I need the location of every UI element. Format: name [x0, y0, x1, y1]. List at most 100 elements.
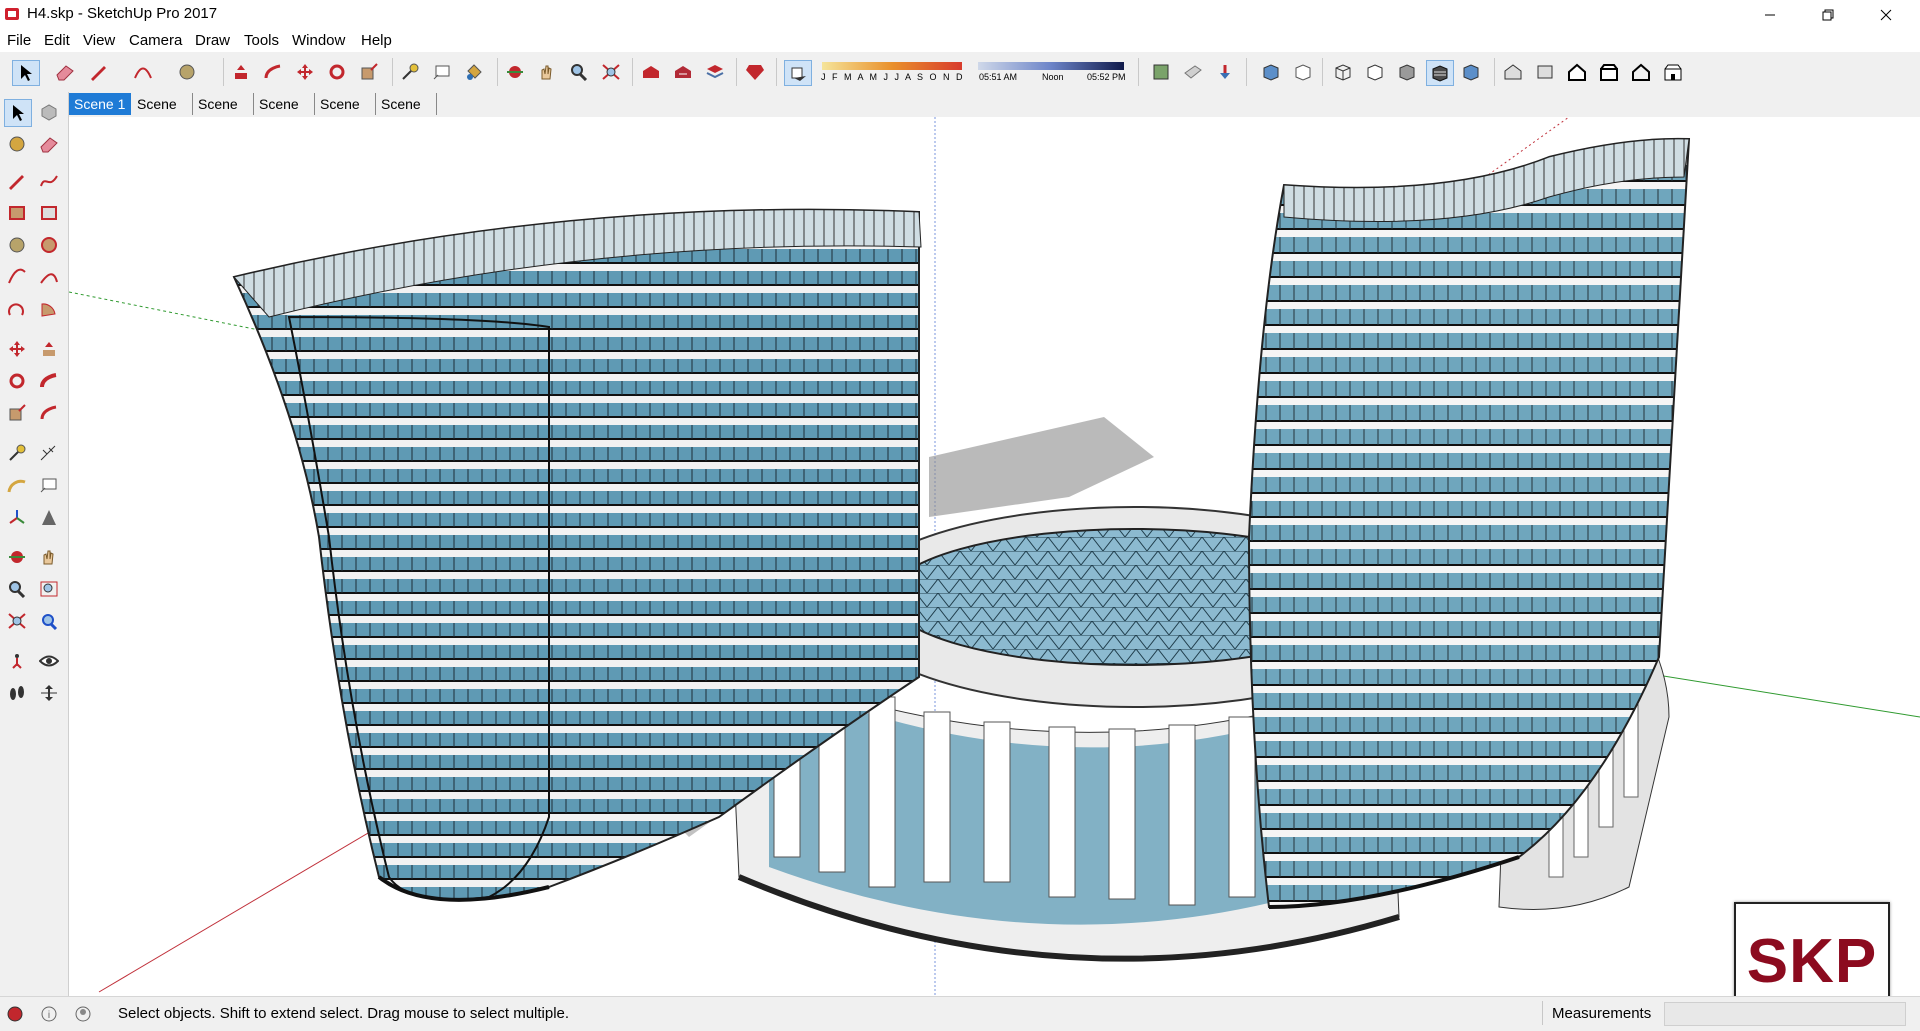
shadows-toggle-button[interactable]	[784, 60, 812, 86]
menu-draw[interactable]: Draw	[195, 32, 230, 49]
scale-button[interactable]	[356, 60, 382, 84]
polygon-tool[interactable]	[36, 232, 62, 258]
extension-warehouse-button[interactable]	[702, 60, 728, 84]
section-plane-button[interactable]	[1148, 60, 1174, 84]
tab-scene-3[interactable]: Scene 3	[193, 93, 254, 134]
orbit-tool[interactable]	[4, 544, 30, 570]
info-icon[interactable]: i	[40, 1005, 58, 1023]
move-button[interactable]	[292, 60, 318, 84]
hidden-line-button[interactable]	[1362, 60, 1388, 84]
top-view-button[interactable]	[1532, 60, 1558, 84]
close-button[interactable]	[1858, 0, 1914, 30]
tape-measure-button[interactable]	[397, 60, 423, 84]
model-viewport[interactable]	[69, 117, 1920, 996]
three-point-arc-tool[interactable]	[4, 296, 30, 322]
zoom-window-tool[interactable]	[36, 576, 62, 602]
menu-window[interactable]: Window	[292, 32, 345, 49]
eraser-tool-button[interactable]	[52, 60, 78, 84]
tape-measure-tool[interactable]	[4, 440, 30, 466]
zoom-extents-button[interactable]	[598, 60, 624, 84]
pan-button[interactable]	[534, 60, 560, 84]
look-around-tool[interactable]	[36, 648, 62, 674]
tab-scene-1[interactable]: Scene 1	[69, 93, 131, 115]
back-view-button[interactable]	[1628, 60, 1654, 84]
paint-bucket-tool[interactable]	[4, 131, 30, 157]
freehand-tool[interactable]	[36, 168, 62, 194]
paint-bucket-button[interactable]	[461, 60, 487, 84]
menu-view[interactable]: View	[83, 32, 115, 49]
tab-scene-4[interactable]: Scene 4	[254, 93, 315, 134]
pan-tool[interactable]	[36, 544, 62, 570]
wireframe-button[interactable]	[1330, 60, 1356, 84]
xray-button[interactable]	[1258, 60, 1284, 84]
text-tool[interactable]	[36, 472, 62, 498]
menu-help[interactable]: Help	[361, 32, 392, 49]
toolbar-separator	[497, 58, 498, 86]
previous-view-tool[interactable]	[36, 608, 62, 634]
zoom-tool[interactable]	[4, 576, 30, 602]
protractor-tool[interactable]	[4, 472, 30, 498]
make-component-tool[interactable]	[36, 99, 62, 125]
tab-scene-2[interactable]: Scene 2	[132, 93, 193, 134]
shaded-button[interactable]	[1394, 60, 1420, 84]
zoom-extents-tool[interactable]	[4, 608, 30, 634]
rotate-tool[interactable]	[4, 368, 30, 394]
axes-tool[interactable]	[4, 504, 30, 530]
minimize-button[interactable]	[1742, 0, 1798, 30]
display-section-planes-button[interactable]	[1180, 60, 1206, 84]
line-tool[interactable]	[4, 168, 30, 194]
model-render[interactable]	[69, 117, 1920, 996]
left-view-button[interactable]	[1660, 60, 1686, 84]
right-view-button[interactable]	[1596, 60, 1622, 84]
extension-manager-button[interactable]	[742, 60, 768, 84]
offset-tool[interactable]	[36, 400, 62, 426]
arc-tool[interactable]	[4, 264, 30, 290]
section-plane-tool[interactable]	[36, 680, 62, 706]
iso-view-button[interactable]	[1500, 60, 1526, 84]
menu-edit[interactable]: Edit	[44, 32, 70, 49]
user-account-icon[interactable]	[74, 1005, 92, 1023]
front-view-button[interactable]	[1564, 60, 1590, 84]
circle-tool[interactable]	[4, 232, 30, 258]
rectangle-tool[interactable]	[4, 200, 30, 226]
back-edges-button[interactable]	[1290, 60, 1316, 84]
arc-tool-button[interactable]	[130, 60, 156, 84]
shaded-with-textures-button[interactable]	[1426, 60, 1454, 86]
restore-button[interactable]	[1800, 0, 1856, 30]
line-tool-button[interactable]	[86, 60, 112, 84]
dimension-tool[interactable]	[36, 440, 62, 466]
walk-tool[interactable]	[4, 680, 30, 706]
offset-button[interactable]	[260, 60, 286, 84]
eraser-tool[interactable]	[36, 131, 62, 157]
tab-scene-5[interactable]: Scene 5	[315, 93, 376, 134]
text-tool-button[interactable]	[429, 60, 455, 84]
shape-tool-button[interactable]	[174, 60, 200, 84]
push-pull-tool[interactable]	[36, 336, 62, 362]
monochrome-button[interactable]	[1458, 60, 1484, 84]
select-tool[interactable]	[4, 99, 32, 127]
measurements-input[interactable]	[1664, 1002, 1906, 1026]
orbit-button[interactable]	[502, 60, 528, 84]
zoom-button[interactable]	[566, 60, 592, 84]
select-tool-button[interactable]	[12, 60, 40, 86]
time-end-label: 05:52 PM	[1087, 72, 1126, 82]
tab-scene-6[interactable]: Scene 6	[376, 93, 437, 134]
toolbar-separator	[392, 58, 393, 86]
3d-text-tool[interactable]	[36, 504, 62, 530]
display-section-cuts-button[interactable]	[1212, 60, 1238, 84]
rotate-button[interactable]	[324, 60, 350, 84]
position-camera-tool[interactable]	[4, 648, 30, 674]
push-pull-button[interactable]	[228, 60, 254, 84]
share-model-button[interactable]	[670, 60, 696, 84]
scale-tool[interactable]	[4, 400, 30, 426]
3d-warehouse-button[interactable]	[638, 60, 664, 84]
two-point-arc-tool[interactable]	[36, 264, 62, 290]
move-tool[interactable]	[4, 336, 30, 362]
geolocation-icon[interactable]	[6, 1005, 24, 1023]
pie-tool[interactable]	[36, 296, 62, 322]
menu-camera[interactable]: Camera	[129, 32, 182, 49]
rotated-rectangle-tool[interactable]	[36, 200, 62, 226]
menu-file[interactable]: File	[7, 32, 31, 49]
menu-tools[interactable]: Tools	[244, 32, 279, 49]
follow-me-tool[interactable]	[36, 368, 62, 394]
